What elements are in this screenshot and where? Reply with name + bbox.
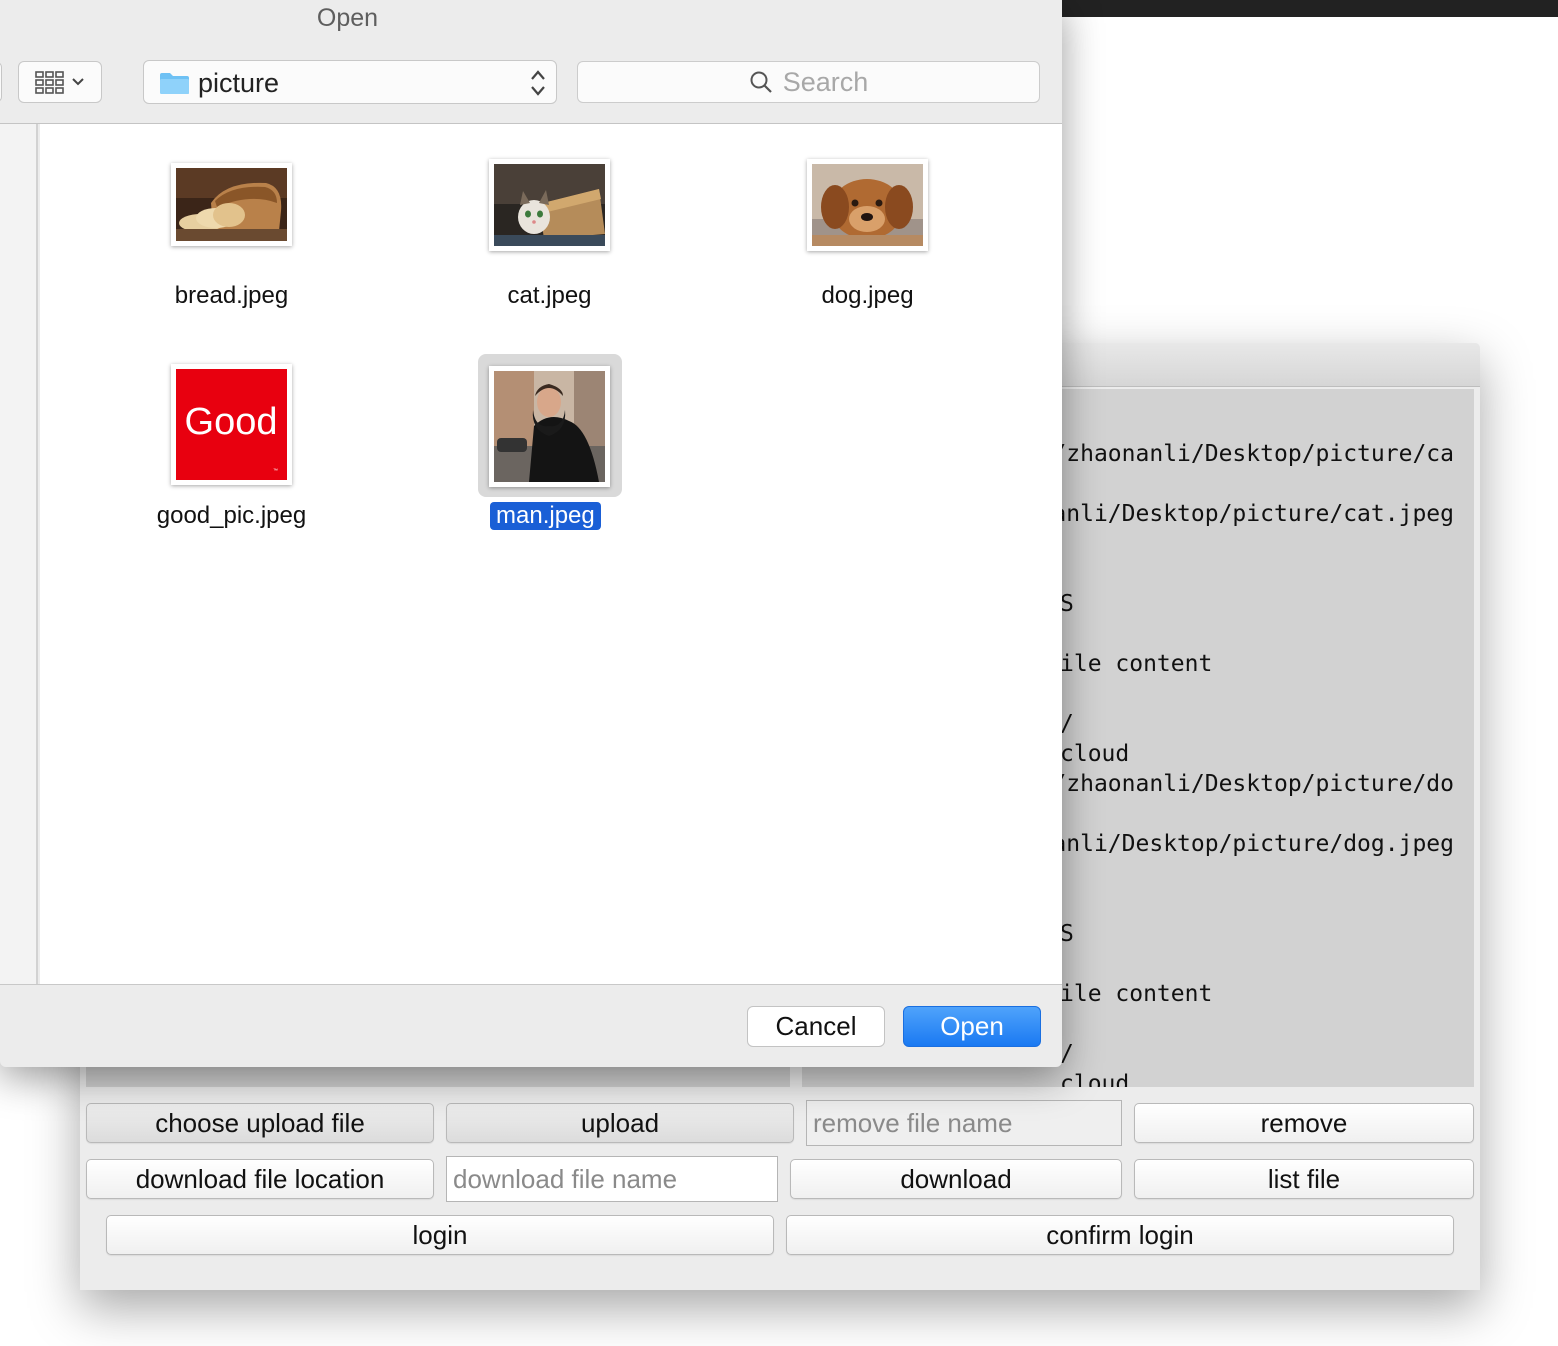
top-dark-bar xyxy=(1060,0,1558,17)
back-forward-button[interactable] xyxy=(0,62,2,102)
open-button[interactable]: Open xyxy=(903,1006,1041,1047)
file-name-cat[interactable]: cat.jpeg xyxy=(489,282,610,310)
location-label: picture xyxy=(198,68,280,98)
log-line: / xyxy=(1060,711,1074,737)
view-mode-button[interactable] xyxy=(18,61,102,103)
log-line: S xyxy=(1060,921,1074,947)
file-thumbnail-cat[interactable] xyxy=(489,159,610,251)
file-thumbnail-bread[interactable] xyxy=(171,163,292,246)
log-line: /zhaonanli/Desktop/picture/do xyxy=(1052,771,1454,797)
file-thumbnail-man[interactable] xyxy=(489,366,610,487)
file-thumbnail-good-pic[interactable]: Good ™ xyxy=(171,364,292,485)
open-file-dialog: Open picture Search bread.jpeg cat.jpeg … xyxy=(0,0,1062,1067)
login-button[interactable]: login xyxy=(106,1215,774,1255)
search-icon xyxy=(750,71,772,93)
choose-upload-file-button[interactable]: choose upload file xyxy=(86,1103,434,1143)
footer-divider xyxy=(0,984,1062,985)
remove-button[interactable]: remove xyxy=(1134,1103,1474,1143)
dialog-sidebar[interactable] xyxy=(0,124,38,984)
log-line: anli/Desktop/picture/dog.jpeg xyxy=(1052,831,1454,857)
log-line: anli/Desktop/picture/cat.jpeg xyxy=(1052,501,1454,527)
log-line: / xyxy=(1060,1041,1074,1067)
good-logo-text: Good xyxy=(185,401,278,443)
download-button[interactable]: download xyxy=(790,1159,1122,1199)
chevron-down-icon xyxy=(72,78,84,86)
remove-file-name-input[interactable]: remove file name xyxy=(806,1100,1122,1146)
list-file-button[interactable]: list file xyxy=(1134,1159,1474,1199)
file-browser: bread.jpeg cat.jpeg dog.jpeg Good ™ good… xyxy=(40,124,1062,984)
log-line: cloud xyxy=(1060,741,1130,767)
log-line: ile content xyxy=(1060,651,1213,677)
file-name-dog[interactable]: dog.jpeg xyxy=(807,282,928,310)
folder-icon xyxy=(160,73,189,94)
updown-icon xyxy=(531,70,545,96)
download-file-name-input[interactable]: download file name xyxy=(446,1156,778,1202)
file-name-good-pic[interactable]: good_pic.jpeg xyxy=(136,502,327,530)
log-line: ile content xyxy=(1060,981,1213,1007)
upload-button[interactable]: upload xyxy=(446,1103,794,1143)
confirm-login-button[interactable]: confirm login xyxy=(786,1215,1454,1255)
location-popup[interactable]: picture xyxy=(143,60,557,104)
search-input[interactable]: Search xyxy=(577,61,1040,103)
view-grid-icon xyxy=(35,71,64,94)
file-name-bread[interactable]: bread.jpeg xyxy=(171,282,292,310)
file-name-man[interactable]: man.jpeg xyxy=(490,502,601,530)
file-thumbnail-dog[interactable] xyxy=(807,159,928,251)
log-line: cloud xyxy=(1060,1071,1130,1087)
cancel-button[interactable]: Cancel xyxy=(747,1006,885,1047)
log-line: /zhaonanli/Desktop/picture/ca xyxy=(1052,441,1454,467)
log-line: S xyxy=(1060,591,1074,617)
search-placeholder: Search xyxy=(782,66,869,97)
dialog-title: Open xyxy=(316,4,379,32)
download-file-location-button[interactable]: download file location xyxy=(86,1159,434,1199)
svg-text:™: ™ xyxy=(273,468,278,474)
